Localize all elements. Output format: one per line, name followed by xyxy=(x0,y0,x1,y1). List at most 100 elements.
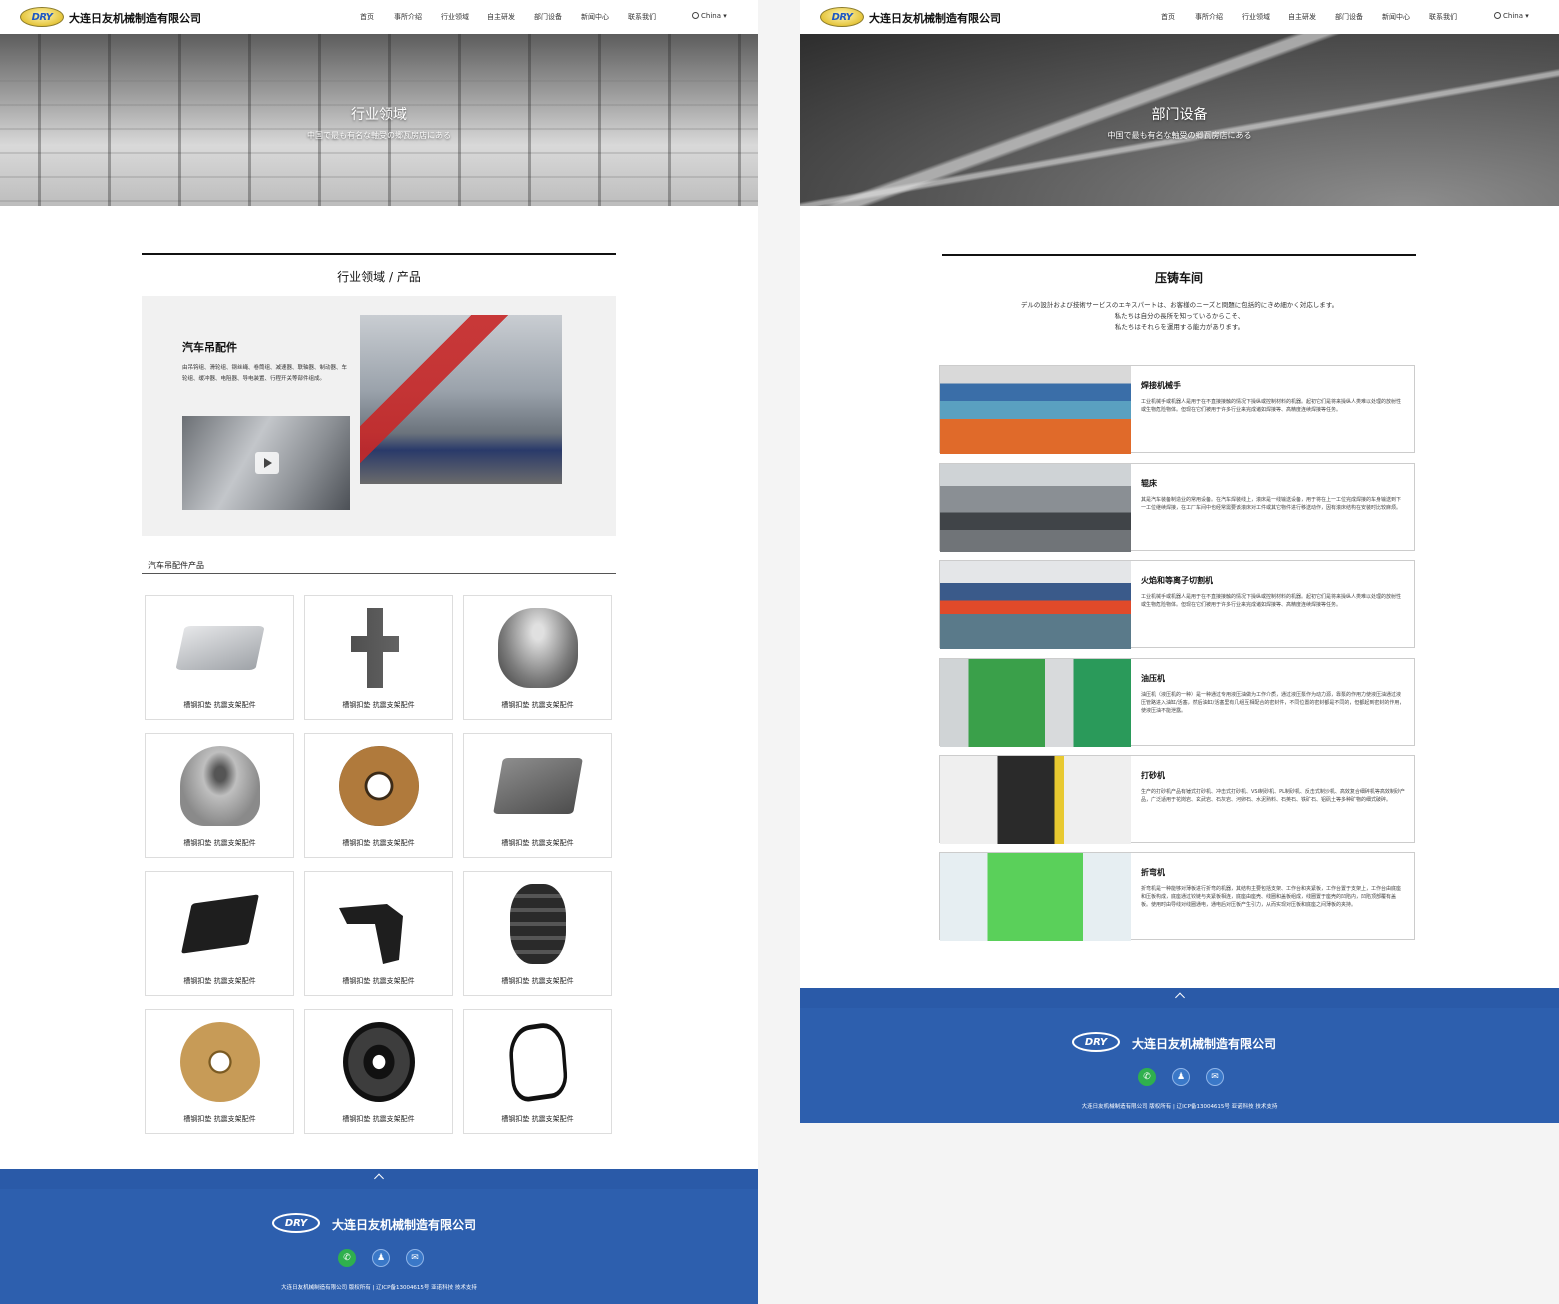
equipment-title: 焊接机械手 xyxy=(1141,381,1181,390)
wechat-icon[interactable]: ✆ xyxy=(338,1249,356,1267)
product-card[interactable]: 槽钢扣垫 抗震支架配件 xyxy=(145,1009,294,1134)
intro-line-2: 私たちは自分の長所を知っているからこそ、 xyxy=(1114,312,1245,320)
brand-name: 大连日友机械制造有限公司 xyxy=(869,12,1001,25)
language-label: China ▾ xyxy=(1503,12,1529,20)
equipment-item[interactable]: 打砂机生产的打砂机产品有锤式打砂机、冲击式打砂机、VSI制砂机、PL制砂机、反击… xyxy=(939,755,1415,844)
site-logo[interactable]: DRY xyxy=(820,7,864,27)
bracket-product-image xyxy=(339,904,403,964)
ring-product-image xyxy=(339,746,419,826)
stack-product-image xyxy=(510,884,566,964)
qq-icon[interactable]: ♟ xyxy=(1172,1068,1190,1086)
equipment-description: 其是汽车装备制造业的常用设备。在汽车焊装线上，滚床是一线输送设备，用于将在上一工… xyxy=(1141,497,1402,511)
feature-video[interactable] xyxy=(182,416,350,510)
product-card[interactable]: 槽钢扣垫 抗震支架配件 xyxy=(304,733,453,858)
logo-text: DRY xyxy=(31,11,53,23)
product-card[interactable]: 槽钢扣垫 抗震支架配件 xyxy=(463,1009,612,1134)
hero-subtitle: 中国で最も有名な軸受の郷瓦房店にある xyxy=(1107,131,1252,140)
pad-product-image xyxy=(181,894,259,954)
pulley-product-image xyxy=(343,1022,415,1102)
product-card[interactable]: 槽钢扣垫 抗震支架配件 xyxy=(463,871,612,996)
product-card[interactable]: 槽钢扣垫 抗震支架配件 xyxy=(304,1009,453,1134)
product-label: 槽钢扣垫 抗震支架配件 xyxy=(183,977,256,985)
gold-ring-product-image xyxy=(180,1022,260,1102)
product-label: 槽钢扣垫 抗震支架配件 xyxy=(501,701,574,709)
product-label: 槽钢扣垫 抗震支架配件 xyxy=(342,977,415,985)
feature-description: 由吊钩组、滑轮组、钢丝绳、卷筒组、减速器、联轴器、制动器、车轮组、缓冲器、电阻器… xyxy=(182,365,348,382)
intro-line-1: デルの設計および技術サービスのエキスパートは、お客様のニーズと問題に包括的にきめ… xyxy=(1020,301,1339,309)
nav-about[interactable]: 事所介绍 xyxy=(394,12,441,22)
play-icon[interactable] xyxy=(255,452,279,474)
equipment-title: 火焰和等离子切割机 xyxy=(1141,576,1213,585)
page-equipment: DRY 大连日友机械制造有限公司 首页 事所介绍 行业领域 自主研发 部门设备 … xyxy=(800,0,1559,1123)
nav-contact[interactable]: 联系我们 xyxy=(1429,12,1469,22)
welding-robot-photo xyxy=(940,366,1131,454)
nav-industry[interactable]: 行业领域 xyxy=(441,12,487,22)
nav-about[interactable]: 事所介绍 xyxy=(1195,12,1242,22)
nav-home[interactable]: 首页 xyxy=(1161,12,1195,22)
equipment-item[interactable]: 折弯机 折弯机是一种能够对薄板进行折弯的机器，其结构主要包括支架、工作台和夹紧板，… xyxy=(939,852,1415,941)
equipment-item[interactable]: 辊床其是汽车装备制造业的常用设备。在汽车焊装线上，滚床是一线输送设备，用于将在上… xyxy=(939,463,1415,552)
product-card[interactable]: 槽钢扣垫 抗震支架配件 xyxy=(304,595,453,720)
equipment-item[interactable]: 火焰和等离子切割机 工业机械手或机器人是用于在不直接接触的情况下操纵或控制材料的机… xyxy=(939,560,1415,649)
equipment-title: 辊床 xyxy=(1141,479,1157,488)
nav-news[interactable]: 新闻中心 xyxy=(581,12,628,22)
equipment-title: 打砂机 xyxy=(1141,771,1165,780)
product-card[interactable]: 槽钢扣垫 抗震支架配件 xyxy=(145,871,294,996)
footer-copyright: 大连日友机械制造有限公司 版权所有 | 辽ICP备13004615号 亚诺科技 … xyxy=(1081,1104,1278,1110)
back-to-top[interactable] xyxy=(0,1169,758,1189)
site-footer: DRY 大连日友机械制造有限公司 ✆ ♟ ✉ 大连日友机械制造有限公司 版权所有… xyxy=(0,1169,758,1304)
feature-block: 汽车吊配件 由吊钩组、滑轮组、钢丝绳、卷筒组、减速器、联轴器、制动器、车轮组、缓… xyxy=(142,296,616,536)
holder-product-image xyxy=(507,1020,569,1104)
chevron-up-icon xyxy=(1174,992,1185,1003)
product-label: 槽钢扣垫 抗震支架配件 xyxy=(501,839,574,847)
product-label: 槽钢扣垫 抗震支架配件 xyxy=(342,839,415,847)
language-selector[interactable]: China ▾ xyxy=(1494,12,1529,20)
equipment-description: 油压机（液压机的一种）是一种通过专用液压油做为工作介质，通过液压泵作为动力源，靠… xyxy=(1141,692,1405,714)
equipment-item[interactable]: 焊接机械手 工业机械手或机器人是用于在不直接接触的情况下操纵或控制材料的机器。起初… xyxy=(939,365,1415,454)
site-footer: DRY 大连日友机械制造有限公司 ✆ ♟ ✉ 大连日友机械制造有限公司 版权所有… xyxy=(800,988,1559,1123)
section-title: 压铸车间 xyxy=(1154,271,1203,285)
footer-logo-text: DRY xyxy=(1084,1036,1108,1048)
nav-equipment[interactable]: 部门设备 xyxy=(534,12,581,22)
product-card[interactable]: 槽钢扣垫 抗震支架配件 xyxy=(145,595,294,720)
qq-icon[interactable]: ♟ xyxy=(372,1249,390,1267)
wechat-icon[interactable]: ✆ xyxy=(1138,1068,1156,1086)
section-divider xyxy=(942,254,1416,256)
product-label: 槽钢扣垫 抗震支架配件 xyxy=(501,1115,574,1123)
product-label: 槽钢扣垫 抗震支架配件 xyxy=(501,977,574,985)
site-header: DRY 大连日友机械制造有限公司 首页 事所介绍 行业领域 自主研发 部门设备 … xyxy=(800,0,1559,34)
footer-brand: 大连日友机械制造有限公司 xyxy=(1132,1037,1277,1051)
nav-home[interactable]: 首页 xyxy=(360,12,394,22)
product-card[interactable]: 槽钢扣垫 抗震支架配件 xyxy=(463,595,612,720)
mail-icon[interactable]: ✉ xyxy=(406,1249,424,1267)
product-label: 槽钢扣垫 抗震支架配件 xyxy=(342,1115,415,1123)
back-to-top[interactable] xyxy=(800,988,1559,1008)
equipment-description: 生产的打砂机产品有锤式打砂机、冲击式打砂机、VSI制砂机、PL制砂机、反击式制沙… xyxy=(1141,789,1405,803)
product-card[interactable]: 槽钢扣垫 抗震支架配件 xyxy=(463,733,612,858)
mail-icon[interactable]: ✉ xyxy=(1206,1068,1224,1086)
hero-title: 部门设备 xyxy=(1151,107,1208,123)
globe-icon xyxy=(1494,12,1501,19)
nav-news[interactable]: 新闻中心 xyxy=(1382,12,1429,22)
language-selector[interactable]: China ▾ xyxy=(692,12,727,20)
nav-contact[interactable]: 联系我们 xyxy=(628,12,668,22)
products-heading: 汽车吊配件产品 xyxy=(148,561,204,570)
product-card[interactable]: 槽钢扣垫 抗震支架配件 xyxy=(304,871,453,996)
main-nav: 首页 事所介绍 行业领域 自主研发 部门设备 新闻中心 联系我们 xyxy=(1161,12,1469,22)
section-divider xyxy=(142,253,616,255)
footer-copyright: 大连日友机械制造有限公司 版权所有 | 辽ICP备13004615号 亚诺科技 … xyxy=(281,1285,477,1291)
plate-product-image xyxy=(175,626,265,670)
nav-rnd[interactable]: 自主研发 xyxy=(487,12,534,22)
nav-industry[interactable]: 行业领域 xyxy=(1242,12,1288,22)
product-card[interactable]: 槽钢扣垫 抗震支架配件 xyxy=(145,733,294,858)
nav-rnd[interactable]: 自主研发 xyxy=(1288,12,1335,22)
globe-icon xyxy=(692,12,699,19)
page-industry: DRY 大连日友机械制造有限公司 首页 事所介绍 行业领域 自主研发 部门设备 … xyxy=(0,0,758,1304)
nav-equipment[interactable]: 部门设备 xyxy=(1335,12,1382,22)
t-bracket-product-image xyxy=(351,608,399,688)
equipment-item[interactable]: 油压机 油压机（液压机的一种）是一种通过专用液压油做为工作介质，通过液压泵作为动力… xyxy=(939,658,1415,747)
cylinder-product-image xyxy=(498,608,578,688)
hero-banner: 部门设备 中国で最も有名な軸受の郷瓦房店にある xyxy=(800,34,1559,206)
equipment-description: 折弯机是一种能够对薄板进行折弯的机器，其结构主要包括支架、工作台和夹紧板，工作台… xyxy=(1141,886,1402,908)
site-logo[interactable]: DRY xyxy=(20,7,64,27)
